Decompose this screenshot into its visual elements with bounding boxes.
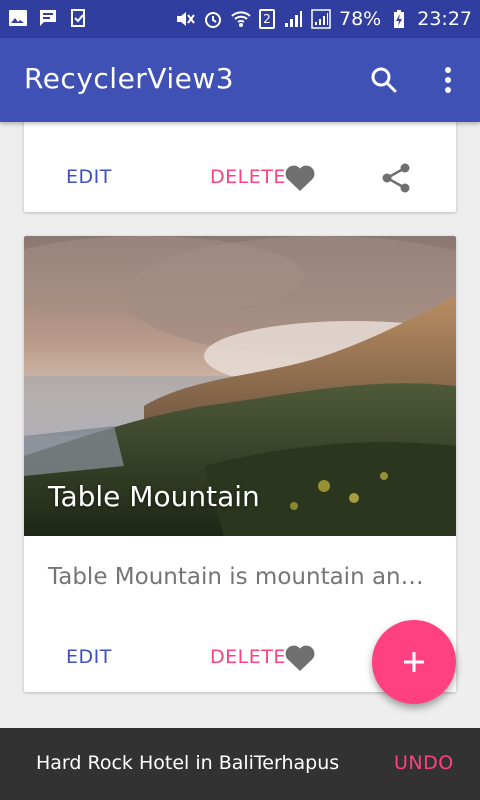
search-button[interactable] [362,58,406,102]
snackbar: Hard Rock Hotel in BaliTerhapus UNDO [0,728,480,800]
heart-icon[interactable] [284,642,316,672]
card-title: Table Mountain [48,480,260,513]
sim-badge: 2 [259,9,275,29]
delete-button[interactable]: DELETE [210,646,286,668]
wifi-icon [231,11,251,27]
status-bar-notifications [8,8,88,28]
edit-button[interactable]: EDIT [66,166,112,188]
mute-icon [177,12,195,26]
status-bar: 2 78% 23:27 [0,0,480,38]
add-fab[interactable] [372,620,456,704]
card-table-mountain[interactable]: Table Mountain Table Mountain is mountai… [24,236,456,692]
snackbar-message: Hard Rock Hotel in BaliTerhapus [36,752,340,774]
clock: 23:27 [417,8,472,30]
edit-button[interactable]: EDIT [66,646,112,668]
app-title: RecyclerView3 [24,62,235,95]
download-check-icon [71,9,85,27]
image-icon [9,10,27,26]
signal-icon-2 [311,9,331,29]
status-bar-system: 2 78% 23:27 [175,6,472,32]
overflow-menu-button[interactable] [426,58,470,102]
battery-charging-icon [394,10,405,28]
signal-icon [285,11,302,27]
more-vert-icon [445,67,451,93]
add-icon [404,652,424,672]
card-partial: EDIT DELETE [24,110,456,212]
heart-icon[interactable] [284,162,316,192]
undo-button[interactable]: UNDO [394,752,454,774]
message-icon [40,10,56,26]
battery-percent: 78% [339,8,382,30]
delete-button[interactable]: DELETE [210,166,286,188]
search-icon [371,67,397,93]
app-bar: RecyclerView3 [0,38,480,122]
share-icon[interactable] [380,162,412,194]
card-description: Table Mountain is mountain an… [48,564,424,590]
alarm-icon [205,12,221,28]
